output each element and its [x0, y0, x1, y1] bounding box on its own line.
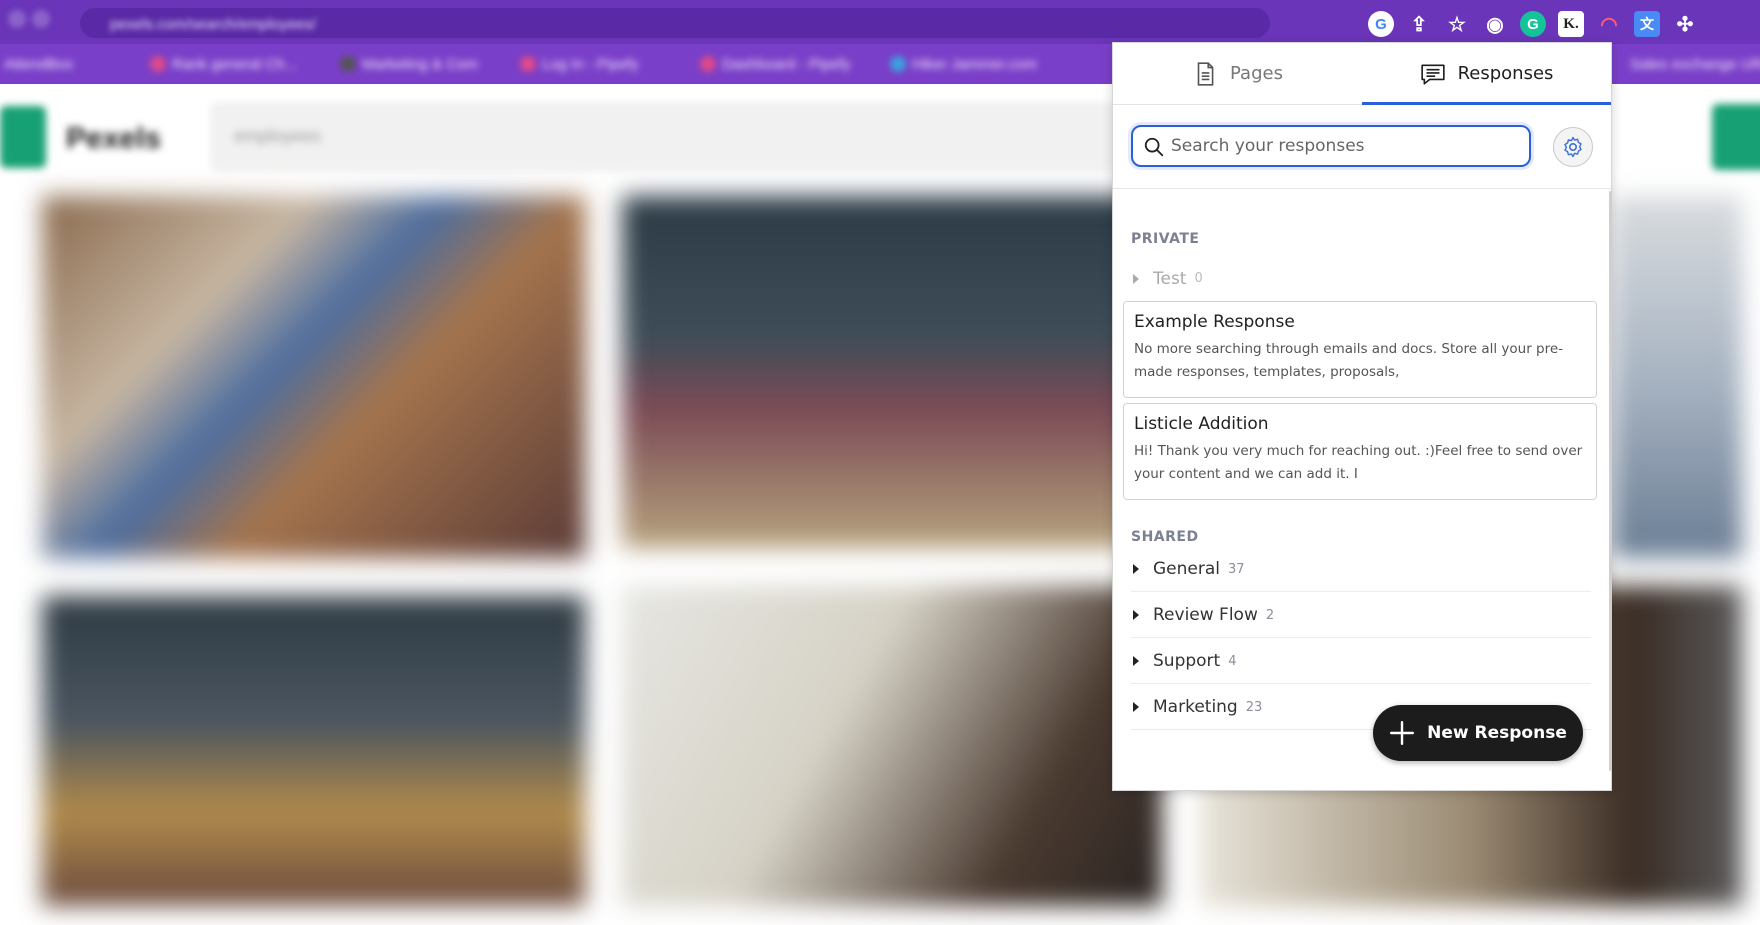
scrollbar[interactable]	[1609, 191, 1612, 771]
caret-right-icon	[1133, 564, 1139, 574]
share-icon[interactable]: ⇪	[1406, 11, 1432, 37]
caret-right-icon	[1133, 273, 1139, 284]
tab-pages[interactable]: Pages	[1113, 43, 1362, 104]
tab-responses[interactable]: Responses	[1362, 43, 1611, 105]
nav-buttons[interactable]	[8, 10, 68, 32]
join-button[interactable]	[1712, 104, 1760, 170]
folder-general[interactable]: General 37	[1131, 547, 1591, 592]
search-field[interactable]	[1131, 125, 1531, 167]
folder-name: Marketing	[1153, 697, 1238, 717]
folder-name: Review Flow	[1153, 605, 1258, 625]
responses-list: PRIVATE Test 0 Example Response No more …	[1113, 191, 1613, 791]
gear-icon	[1564, 136, 1582, 158]
caret-right-icon	[1133, 656, 1139, 666]
card-title: Example Response	[1134, 312, 1295, 332]
folder-name: Support	[1153, 651, 1221, 671]
new-response-button[interactable]: New Response	[1373, 705, 1583, 761]
folder-count: 37	[1228, 561, 1245, 577]
response-card[interactable]: Listicle Addition Hi! Thank you very muc…	[1123, 403, 1597, 500]
site-name: Pexels	[66, 122, 162, 155]
folder-count: 23	[1245, 699, 1263, 715]
shared-section-label: SHARED	[1131, 529, 1199, 545]
settings-button[interactable]	[1553, 127, 1593, 167]
photo-tile[interactable]	[42, 596, 585, 906]
responses-popup: Pages Responses Search your responses PR…	[1112, 42, 1612, 791]
photo-tile[interactable]	[622, 196, 1162, 548]
folder-name: Test	[1153, 268, 1187, 289]
address-text: pexels.com/search/employees/	[110, 16, 316, 33]
document-icon	[1197, 61, 1214, 86]
bookmark-item[interactable]: Marketing & Com	[340, 56, 478, 76]
folder-test[interactable]: Test 0	[1131, 256, 1591, 301]
popup-tabs: Pages Responses	[1113, 43, 1611, 105]
folder-support[interactable]: Support 4	[1131, 639, 1591, 684]
page-search-input[interactable]: employees	[210, 102, 1210, 172]
bookmark-item[interactable]: Hiker Jammer.com	[890, 56, 1037, 76]
tab-pages-label: Pages	[1230, 63, 1283, 84]
bookmark-item[interactable]: AttendBox	[4, 56, 73, 76]
bookmark-item[interactable]: Sales exchange URL	[1630, 56, 1760, 76]
rainbow-icon[interactable]: ◠	[1596, 11, 1622, 37]
grammarly-icon[interactable]: G	[1520, 11, 1546, 37]
search-icon	[1144, 137, 1164, 157]
plus-icon	[1390, 720, 1415, 746]
caret-right-icon	[1133, 610, 1139, 620]
search-row	[1113, 105, 1611, 189]
card-title: Listicle Addition	[1134, 414, 1269, 434]
screen: pexels.com/search/employees/ G ⇪ ☆ ◉ G K…	[0, 0, 1760, 925]
new-response-label: New Response	[1427, 723, 1567, 743]
caret-right-icon	[1133, 702, 1139, 712]
site-logo[interactable]	[0, 106, 46, 168]
bookmark-item[interactable]: Dashboard - Pipefy	[700, 56, 850, 76]
tab-responses-label: Responses	[1457, 63, 1554, 84]
extension-bar: G ⇪ ☆ ◉ G K. ◠ 文 ✣	[1368, 10, 1698, 38]
search-input[interactable]	[1171, 131, 1521, 161]
card-preview: Hi! Thank you very much for reaching out…	[1134, 443, 1583, 482]
photo-tile[interactable]	[1612, 196, 1742, 558]
browser-toolbar: pexels.com/search/employees/ G ⇪ ☆ ◉ G K…	[0, 0, 1760, 44]
star-icon[interactable]: ☆	[1444, 11, 1470, 37]
k-extension-icon[interactable]: K.	[1558, 11, 1584, 37]
folder-count: 0	[1194, 271, 1203, 286]
chat-icon	[1420, 64, 1445, 85]
translate-icon[interactable]: 文	[1634, 11, 1660, 37]
puzzle-icon[interactable]: ✣	[1672, 11, 1698, 37]
card-preview: No more searching through emails and doc…	[1134, 341, 1564, 380]
folder-count: 4	[1228, 653, 1237, 669]
response-card[interactable]: Example Response No more searching throu…	[1123, 301, 1597, 398]
photo-tile[interactable]	[42, 196, 585, 558]
folder-count: 2	[1265, 607, 1275, 623]
photo-tile[interactable]	[622, 586, 1162, 906]
google-icon[interactable]: G	[1368, 11, 1394, 37]
bookmark-item[interactable]: Rank general Ch...	[150, 56, 297, 76]
page-search-text: employees	[234, 126, 322, 146]
folder-review-flow[interactable]: Review Flow 2	[1131, 593, 1591, 638]
folder-name: General	[1153, 559, 1220, 579]
camera-icon[interactable]: ◉	[1482, 11, 1508, 37]
address-bar[interactable]: pexels.com/search/employees/	[80, 8, 1270, 38]
bookmark-item[interactable]: Log In - Pipefy	[520, 56, 639, 76]
private-section-label: PRIVATE	[1131, 231, 1200, 247]
